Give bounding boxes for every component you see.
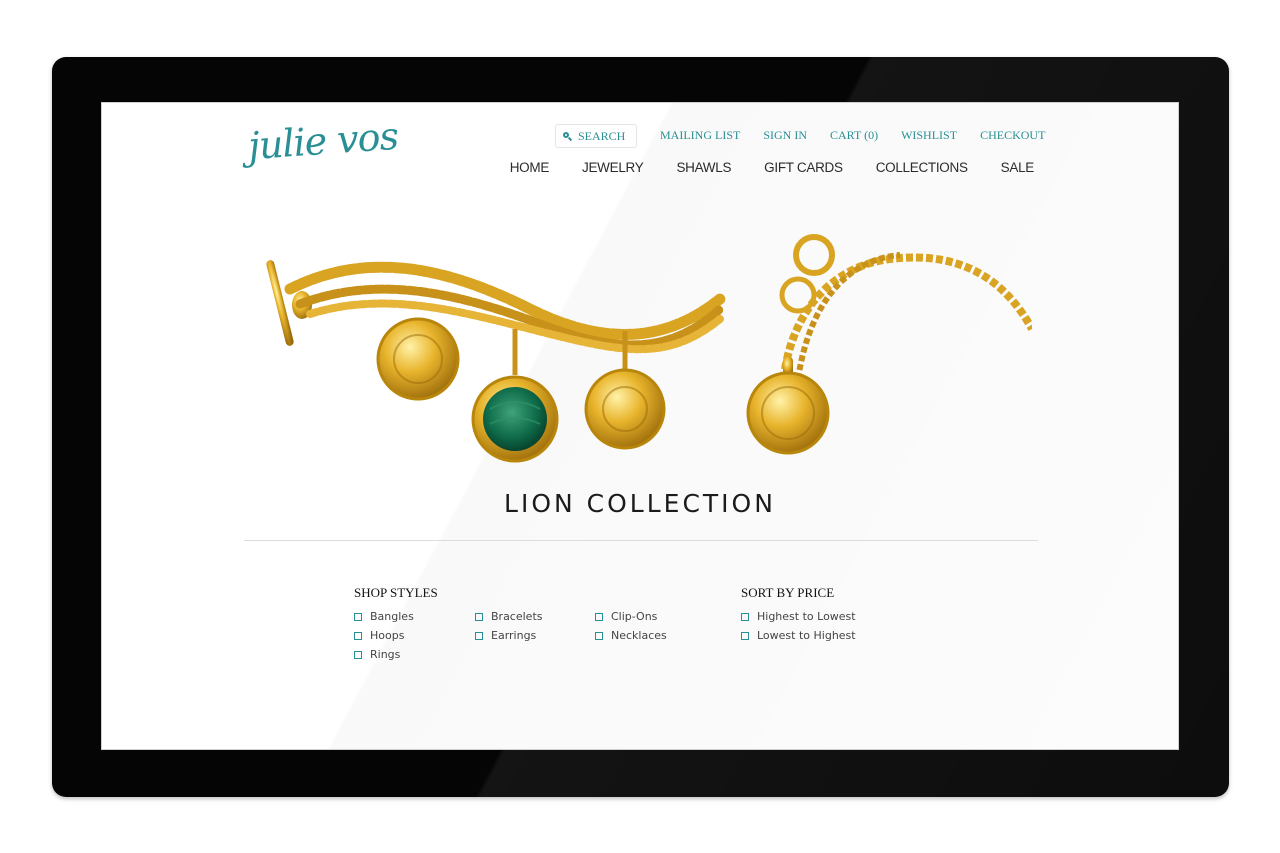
filter-necklaces[interactable]: Necklaces (595, 629, 667, 642)
filter-earrings[interactable]: Earrings (475, 629, 536, 642)
page-title: LION COLLECTION (504, 489, 776, 518)
mailing-list-link[interactable]: MAILING LIST (660, 128, 740, 143)
checkbox-icon[interactable] (475, 612, 483, 621)
nav-home[interactable]: HOME (510, 160, 550, 175)
nav-jewelry[interactable]: JEWELRY (582, 160, 644, 175)
filter-rings[interactable]: Rings (354, 648, 400, 661)
nav-sale[interactable]: SALE (1001, 160, 1035, 175)
nav-shawls[interactable]: SHAWLS (676, 160, 731, 175)
checkbox-icon[interactable] (354, 612, 362, 621)
nav-collections[interactable]: COLLECTIONS (876, 160, 968, 175)
shop-styles-heading: SHOP STYLES (354, 585, 438, 600)
title-divider (244, 540, 1038, 541)
hero-jewelry-image (266, 234, 1032, 463)
checkbox-icon[interactable] (475, 631, 483, 640)
filter-bracelets[interactable]: Bracelets (475, 610, 543, 623)
sort-by-price-heading: SORT BY PRICE (741, 585, 835, 600)
search-input[interactable] (578, 128, 636, 144)
checkbox-icon[interactable] (741, 631, 749, 640)
search-icon[interactable] (563, 131, 573, 141)
filter-hoops[interactable]: Hoops (354, 629, 404, 642)
checkbox-icon[interactable] (595, 631, 603, 640)
cart-link[interactable]: CART (0) (830, 128, 878, 143)
sort-lowest-to-highest[interactable]: Lowest to Highest (741, 629, 856, 642)
wishlist-link[interactable]: WISHLIST (901, 128, 957, 143)
checkbox-icon[interactable] (595, 612, 603, 621)
nav-gift-cards[interactable]: GIFT CARDS (764, 160, 843, 175)
search-box[interactable] (555, 124, 637, 148)
checkbox-icon[interactable] (741, 612, 749, 621)
main-nav: HOME JEWELRY SHAWLS GIFT CARDS COLLECTIO… (477, 160, 1035, 175)
checkout-link[interactable]: CHECKOUT (980, 128, 1045, 143)
brand-logo[interactable]: julie vos (247, 114, 400, 168)
checkbox-icon[interactable] (354, 650, 362, 659)
filter-clip-ons[interactable]: Clip-Ons (595, 610, 657, 623)
utility-nav: MAILING LIST SIGN IN CART (0) WISHLIST C… (660, 128, 1045, 143)
checkbox-icon[interactable] (354, 631, 362, 640)
website-screen: julie vos MAILING LIST SIGN IN CART (0) … (101, 102, 1179, 750)
filter-bangles[interactable]: Bangles (354, 610, 414, 623)
sort-highest-to-lowest[interactable]: Highest to Lowest (741, 610, 856, 623)
sign-in-link[interactable]: SIGN IN (763, 128, 807, 143)
